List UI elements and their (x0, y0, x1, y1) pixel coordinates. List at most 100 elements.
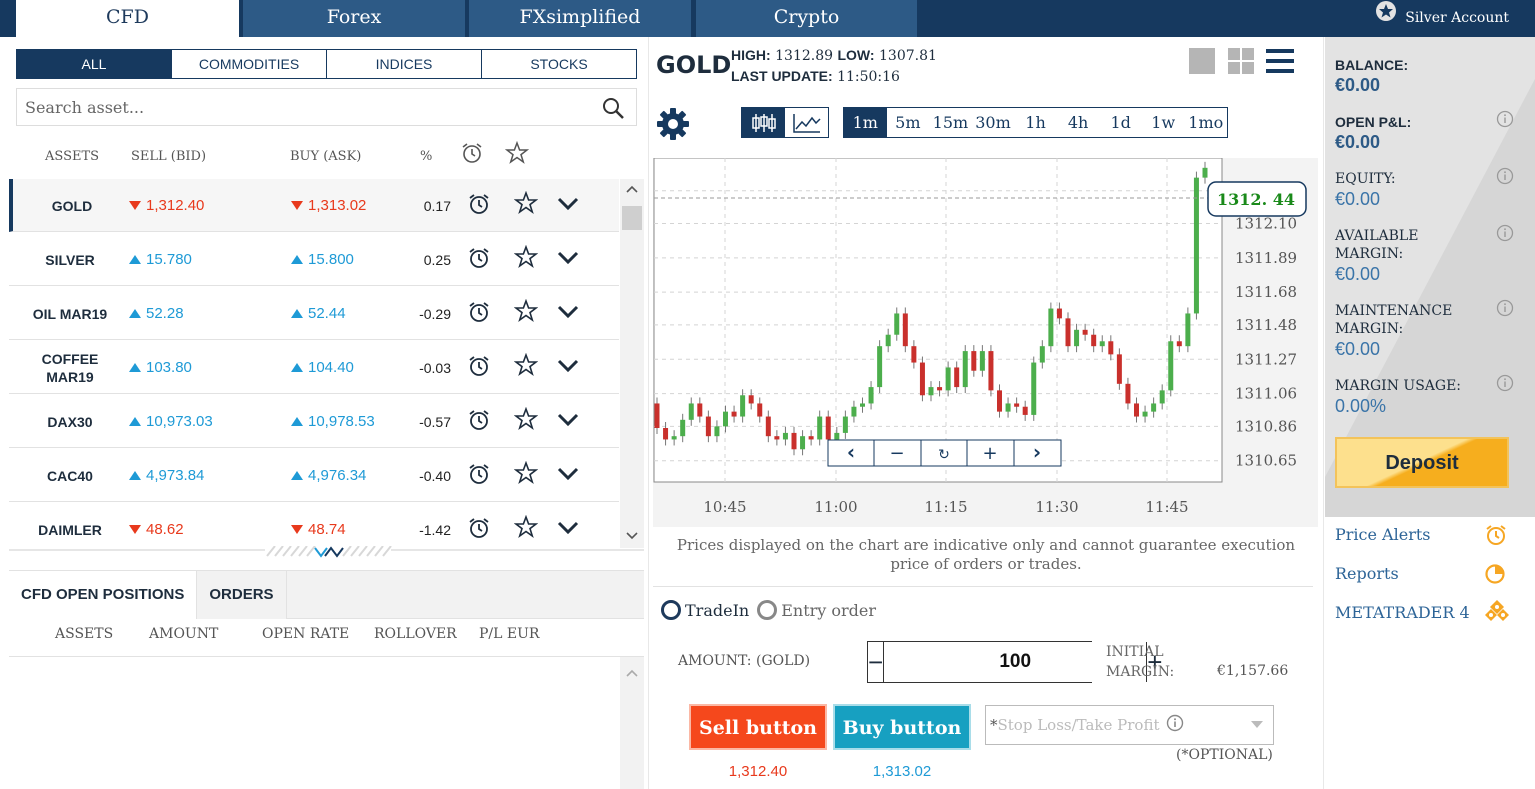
search-icon[interactable] (602, 97, 624, 122)
tab-fxsimplified[interactable]: FXsimplified (469, 0, 691, 37)
interval-15m[interactable]: 15m (929, 108, 972, 137)
info-icon[interactable] (1496, 374, 1514, 395)
tab-crypto[interactable]: Crypto (696, 0, 917, 37)
panel-resize-handle[interactable] (9, 545, 644, 558)
chart-zoom-in-button[interactable]: + (982, 443, 997, 464)
buy-price[interactable]: 4,976.34 (291, 467, 366, 484)
asset-name: SILVER (45, 251, 95, 268)
chart-reset-button[interactable]: ↻ (938, 447, 950, 463)
chart-next-button[interactable]: › (1033, 440, 1041, 464)
candlestick-icon[interactable] (742, 108, 785, 137)
chevron-down-icon[interactable] (557, 359, 579, 376)
line-chart-icon[interactable] (785, 108, 828, 137)
chevron-down-icon[interactable] (557, 413, 579, 430)
chart-zoom-out-button[interactable]: − (889, 443, 904, 464)
reports-link[interactable]: Reports (1335, 564, 1399, 583)
sell-price[interactable]: 52.28 (129, 305, 184, 322)
category-tab-commodities[interactable]: COMMODITIES (171, 50, 326, 78)
alarm-clock-icon[interactable] (468, 246, 490, 273)
sell-button[interactable]: Sell button (689, 704, 827, 750)
tab-cfd[interactable]: CFD (16, 0, 239, 37)
col-assets: ASSETS (45, 149, 100, 164)
asset-list-scrollbar[interactable] (620, 179, 644, 548)
buy-price[interactable]: 48.74 (291, 521, 346, 538)
interval-30m[interactable]: 30m (972, 108, 1015, 137)
sell-price[interactable]: 10,973.03 (129, 413, 213, 430)
sell-price[interactable]: 15.780 (129, 251, 192, 268)
price-alerts-link[interactable]: Price Alerts (1335, 525, 1430, 544)
radio-tradein[interactable]: TradeIn (661, 600, 749, 620)
chart-prev-button[interactable]: ‹ (847, 440, 855, 464)
chevron-down-icon[interactable] (557, 521, 579, 538)
chart-svg[interactable]: 1312.301312.101311.891311.681311.481311.… (653, 157, 1318, 527)
interval-1w[interactable]: 1w (1142, 108, 1185, 137)
buy-price[interactable]: 104.40 (291, 359, 354, 376)
alarm-clock-icon[interactable] (468, 300, 490, 327)
interval-selector: 1m 5m 15m 30m 1h 4h 1d 1w 1mo (843, 107, 1228, 138)
category-tab-stocks[interactable]: STOCKS (481, 50, 636, 78)
interval-4h[interactable]: 4h (1057, 108, 1100, 137)
decrease-amount-button[interactable]: − (868, 642, 885, 682)
info-icon[interactable] (1496, 299, 1514, 320)
stop-loss-take-profit-select[interactable]: * Stop Loss/Take Profit (985, 705, 1274, 745)
alarm-clock-icon[interactable] (468, 408, 490, 435)
info-icon[interactable] (1496, 167, 1514, 188)
chevron-down-icon[interactable] (557, 467, 579, 484)
category-tab-all[interactable]: ALL (17, 50, 171, 78)
chevron-down-icon[interactable] (557, 251, 579, 268)
buy-price[interactable]: 1,313.02 (291, 197, 366, 214)
buy-button[interactable]: Buy button (833, 704, 971, 750)
sell-price[interactable]: 48.62 (129, 521, 184, 538)
grid-view-icon[interactable] (1227, 47, 1255, 78)
star-icon[interactable] (513, 406, 539, 434)
star-icon[interactable] (513, 244, 539, 272)
search-input[interactable] (17, 89, 636, 125)
metatrader-link[interactable]: METATRADER 4 (1335, 603, 1470, 622)
info-icon[interactable] (1496, 224, 1514, 245)
alarm-clock-icon[interactable] (468, 462, 490, 489)
buy-price[interactable]: 10,978.53 (291, 413, 375, 430)
sell-price[interactable]: 4,973.84 (129, 467, 204, 484)
scrollbar-thumb[interactable] (622, 206, 642, 230)
info-icon[interactable] (1166, 714, 1184, 736)
alarm-clock-icon[interactable] (468, 516, 490, 543)
account-menu[interactable]: Silver Account (1375, 0, 1509, 37)
star-icon[interactable] (513, 352, 539, 380)
settings-gear-icon[interactable] (656, 107, 690, 144)
price-chart[interactable]: 1312.301312.101311.891311.681311.481311.… (653, 157, 1318, 527)
alarm-clock-icon[interactable] (468, 354, 490, 381)
category-tab-indices[interactable]: INDICES (326, 50, 481, 78)
interval-1m[interactable]: 1m (844, 108, 887, 137)
star-icon[interactable] (513, 190, 539, 218)
list-view-icon[interactable] (1266, 47, 1294, 78)
tab-forex[interactable]: Forex (243, 0, 465, 37)
chevron-down-icon[interactable] (557, 197, 579, 214)
chevron-down-icon[interactable] (557, 305, 579, 322)
metatrader-icon[interactable] (1484, 599, 1510, 628)
scroll-up-icon[interactable] (626, 183, 638, 197)
buy-price[interactable]: 15.800 (291, 251, 354, 268)
tab-orders[interactable]: ORDERS (197, 571, 287, 619)
star-icon[interactable] (513, 298, 539, 326)
alarm-clock-icon[interactable] (1484, 523, 1508, 550)
buy-price[interactable]: 52.44 (291, 305, 346, 322)
single-view-icon[interactable] (1188, 47, 1216, 78)
interval-1d[interactable]: 1d (1099, 108, 1142, 137)
pie-chart-icon[interactable] (1484, 563, 1506, 588)
star-icon[interactable] (513, 460, 539, 488)
star-icon[interactable] (513, 514, 539, 542)
scroll-down-icon[interactable] (626, 530, 638, 544)
info-icon[interactable] (1496, 110, 1514, 131)
deposit-button[interactable]: Deposit (1335, 437, 1509, 488)
tab-cfd-open-positions[interactable]: CFD OPEN POSITIONS (9, 571, 198, 619)
interval-5m[interactable]: 5m (887, 108, 930, 137)
radio-entry-order[interactable]: Entry order (757, 600, 876, 620)
sell-price[interactable]: 1,312.40 (129, 197, 204, 214)
interval-1mo[interactable]: 1mo (1185, 108, 1228, 137)
sell-price[interactable]: 103.80 (129, 359, 192, 376)
interval-1h[interactable]: 1h (1014, 108, 1057, 137)
positions-scrollbar[interactable] (620, 657, 644, 789)
alarm-clock-icon[interactable] (468, 192, 490, 219)
scroll-up-icon[interactable] (626, 665, 638, 681)
open-pl-item: OPEN P&L: €0.00 (1335, 113, 1411, 153)
